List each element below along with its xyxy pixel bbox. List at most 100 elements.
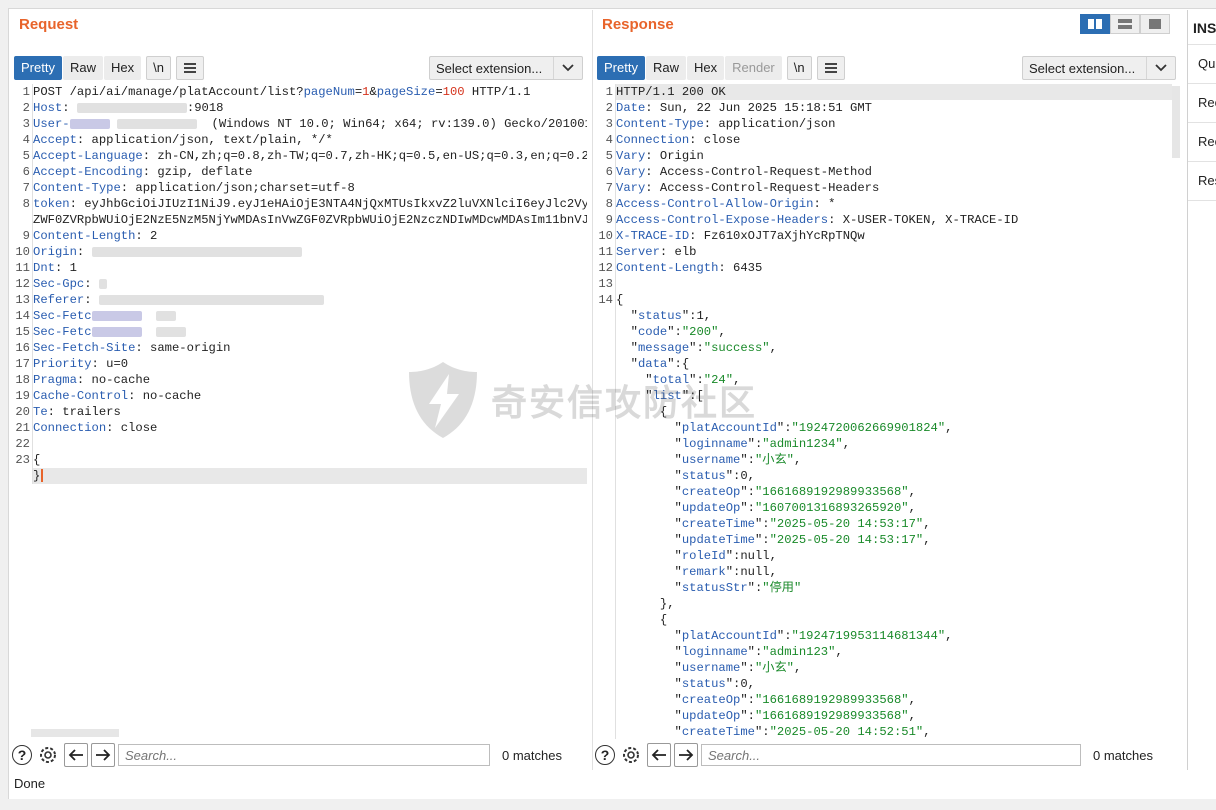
- request-horizontal-scrollbar[interactable]: [31, 729, 119, 737]
- request-code-line: POST /api/ai/manage/platAccount/list?pag…: [33, 84, 587, 100]
- request-search-bar: ? 0 matches: [12, 742, 562, 768]
- request-tab-raw[interactable]: Raw: [62, 56, 103, 80]
- response-code[interactable]: HTTP/1.1 200 OK Date: Sun, 22 Jun 2025 15…: [615, 84, 1172, 739]
- request-line-number: 18: [15, 373, 30, 387]
- code-token: ": [616, 341, 638, 355]
- request-code-line: token: eyJhbGciOiJIUzI1NiJ9.eyJ1eHAiOjE3…: [33, 196, 587, 212]
- code-token: ,: [908, 485, 916, 499]
- code-token: ":: [740, 693, 755, 707]
- request-line-number: 10: [15, 245, 30, 259]
- request-editor[interactable]: 1 2 3 4 5 6 7 8 9 10 11 12 13 14 15 16 17 18 19 20 21 22 23 PO…: [14, 84, 587, 734]
- response-code-line: "total":"24",: [616, 372, 1172, 388]
- inspector-item-response[interactable]: Res: [1188, 162, 1216, 201]
- request-menu-button[interactable]: [175, 56, 204, 80]
- request-code-line: Connection: close: [33, 420, 587, 436]
- help-icon[interactable]: ?: [595, 745, 615, 765]
- response-code-line: "platAccountId":"1924719953114681344",: [616, 628, 1172, 644]
- response-tab-pretty[interactable]: Pretty: [597, 56, 645, 80]
- code-token: Content-Type: [616, 117, 704, 131]
- response-menu-button[interactable]: [816, 56, 845, 80]
- request-line-number: [14, 468, 32, 484]
- response-editor[interactable]: 1 2 3 4 5 6 7 8 9 10 11 12 13 14 HTTP/1.1 200 OK Date:…: [597, 84, 1172, 739]
- code-token: {: [616, 405, 668, 419]
- request-code-line: Cache-Control: no-cache: [33, 388, 587, 404]
- redacted-value: [98, 294, 324, 305]
- code-token: "200": [681, 325, 719, 339]
- response-code-line: HTTP/1.1 200 OK: [616, 84, 1172, 100]
- code-token: :9018: [186, 101, 224, 115]
- code-token: ":1,: [681, 309, 712, 323]
- code-token: Vary: [616, 165, 646, 179]
- pane-splitter[interactable]: [592, 10, 593, 770]
- code-token: pageSize: [376, 85, 436, 99]
- response-line-number: [597, 324, 615, 340]
- code-token: ":: [754, 517, 770, 531]
- response-search-input[interactable]: [701, 744, 1081, 766]
- response-code-line: Server: elb: [616, 244, 1172, 260]
- response-extension-select[interactable]: Select extension...: [1022, 56, 1176, 80]
- hamburger-icon: [183, 61, 196, 75]
- code-token: ": [616, 501, 682, 515]
- redacted-value: [76, 102, 187, 113]
- code-token: Server: [616, 245, 660, 259]
- request-extension-select[interactable]: Select extension...: [429, 56, 583, 80]
- code-token: ":{: [667, 357, 690, 371]
- code-token: : eyJhbGciOiJIUzI1NiJ9.eyJ1eHAiOjE3NTA4N…: [69, 197, 587, 211]
- code-token: ": [616, 485, 682, 499]
- inspector-item-request-1[interactable]: Rec: [1188, 84, 1216, 123]
- code-token: : u=0: [91, 357, 129, 371]
- response-line-number: [597, 484, 615, 500]
- next-match-button[interactable]: [674, 743, 698, 767]
- square-icon: [1149, 19, 1161, 29]
- code-token: statusStr: [681, 581, 748, 595]
- request-line-number: 11: [15, 261, 30, 275]
- code-token: ":: [754, 533, 770, 547]
- request-code-line: Sec-Fetch-Site: same-origin: [33, 340, 587, 356]
- response-tab-hex[interactable]: Hex: [686, 56, 725, 80]
- request-tab-hex[interactable]: Hex: [103, 56, 142, 80]
- arrow-right-icon: [679, 749, 694, 761]
- code-token: : application/json;charset=utf-8: [120, 181, 355, 195]
- request-line-number: 9: [22, 229, 30, 243]
- response-vertical-scrollbar[interactable]: [1172, 86, 1180, 158]
- inspector-item-request-2[interactable]: Rec: [1188, 123, 1216, 162]
- code-token: ":: [776, 629, 792, 643]
- code-token: ": [616, 309, 638, 323]
- redacted-value: [91, 326, 142, 337]
- gear-icon[interactable]: [619, 743, 643, 767]
- gear-icon[interactable]: [36, 743, 60, 767]
- response-code-line: "loginname":"admin1234",: [616, 436, 1172, 452]
- response-line-number: 6: [605, 165, 613, 179]
- response-line-number: [597, 660, 615, 676]
- code-token: Host: [33, 101, 63, 115]
- layout-toggle: [1080, 14, 1170, 34]
- inspector-item-query[interactable]: Qu: [1188, 45, 1216, 84]
- response-tab-render[interactable]: Render: [725, 56, 782, 80]
- help-icon[interactable]: ?: [12, 745, 32, 765]
- redacted-value: [91, 246, 302, 257]
- next-match-button[interactable]: [91, 743, 115, 767]
- code-token: ,: [794, 661, 802, 675]
- side-by-side-layout-button[interactable]: [1080, 14, 1110, 34]
- code-token: : zh-CN,zh;q=0.8,zh-TW;q=0.7,zh-HK;q=0.5…: [142, 149, 587, 163]
- request-newline-toggle[interactable]: \n: [146, 56, 171, 80]
- stacked-layout-button[interactable]: [1110, 14, 1140, 34]
- response-code-line: "list":[: [616, 388, 1172, 404]
- request-line-number: 22: [15, 437, 30, 451]
- code-token: :: [84, 277, 99, 291]
- request-code-line: ZWF0ZVRpbWUiOjE2NzE5NzM5NjYwMDAsInVwZGF0…: [33, 212, 587, 228]
- request-search-input[interactable]: [118, 744, 490, 766]
- single-pane-layout-button[interactable]: [1140, 14, 1170, 34]
- arrow-left-icon: [68, 749, 83, 761]
- arrow-left-icon: [651, 749, 666, 761]
- response-code-line: "updateTime":"2025-05-20 14:53:17",: [616, 532, 1172, 548]
- response-tab-raw[interactable]: Raw: [645, 56, 686, 80]
- request-tab-pretty[interactable]: Pretty: [14, 56, 62, 80]
- code-token: {: [616, 613, 668, 627]
- previous-match-button[interactable]: [64, 743, 88, 767]
- response-newline-toggle[interactable]: \n: [786, 56, 812, 80]
- code-token: Connection: [616, 133, 690, 147]
- code-token: "success": [703, 341, 770, 355]
- request-code[interactable]: POST /api/ai/manage/platAccount/list?pag…: [32, 84, 587, 484]
- previous-match-button[interactable]: [647, 743, 671, 767]
